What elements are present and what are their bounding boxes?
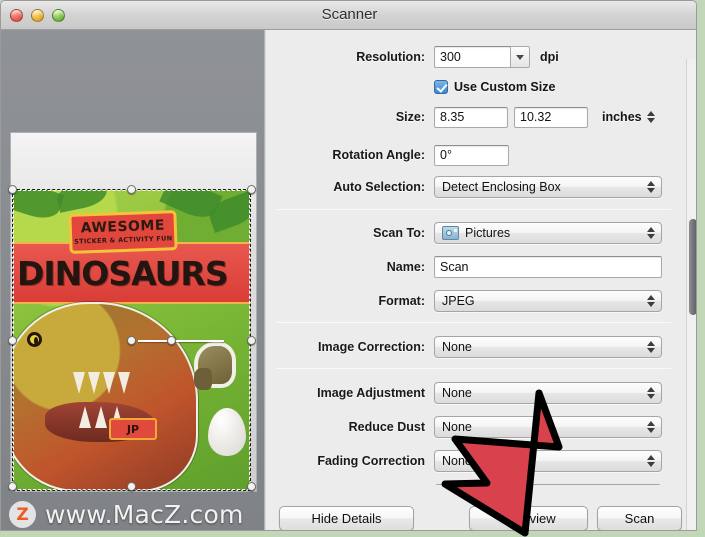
- auto-selection-value: Detect Enclosing Box: [442, 180, 561, 194]
- settings-scrollbar-thumb[interactable]: [689, 219, 696, 315]
- selection-handle-bottom-right[interactable]: [247, 482, 256, 491]
- fading-correction-popup[interactable]: None: [434, 450, 662, 472]
- popup-stepper-icon: [647, 341, 655, 353]
- resolution-label: Resolution:: [356, 50, 425, 64]
- row-resolution: Resolution: 300 dpi: [266, 43, 679, 71]
- fading-correction-label: Fading Correction: [317, 454, 425, 468]
- row-format: Format: JPEG: [266, 287, 679, 315]
- row-image-correction: Image Correction: None: [266, 333, 679, 361]
- fading-correction-value: None: [442, 454, 472, 468]
- price-tag: JP: [109, 418, 157, 440]
- window-titlebar[interactable]: Scanner: [1, 1, 696, 30]
- format-label: Format:: [378, 294, 425, 308]
- row-use-custom-size: Use Custom Size: [266, 73, 679, 101]
- window-title: Scanner: [321, 6, 378, 23]
- popup-stepper-icon: [647, 295, 655, 307]
- scan-to-value: Pictures: [465, 226, 511, 240]
- image-correction-popup[interactable]: None: [434, 336, 662, 358]
- overview-button[interactable]: Overview: [469, 506, 588, 530]
- scan-to-label: Scan To:: [373, 226, 425, 240]
- rotation-angle-label: Rotation Angle:: [332, 148, 425, 162]
- image-correction-value: None: [442, 340, 472, 354]
- row-rotation-angle: Rotation Angle: 0°: [266, 141, 679, 169]
- scan-button[interactable]: Scan: [597, 506, 682, 530]
- chevron-down-icon: [516, 54, 524, 60]
- popup-stepper-icon: [647, 227, 655, 239]
- size-width-input[interactable]: 8.35: [434, 106, 508, 128]
- settings-pane: Resolution: 300 dpi Use Custom Size Size…: [266, 30, 696, 530]
- size-label: Size:: [395, 110, 425, 124]
- resolution-input[interactable]: 300: [434, 46, 510, 68]
- row-scan-to: Scan To: Pictures: [266, 219, 679, 247]
- grain-correction-popup[interactable]: None: [434, 484, 662, 485]
- scanner-window: Scanner AWESOME STICKER & ACTIVITY FUN D…: [0, 0, 697, 531]
- dialog-button-bar: Hide Details Overview Scan: [266, 499, 696, 530]
- row-auto-selection: Auto Selection: Detect Enclosing Box: [266, 173, 679, 201]
- settings-form: Resolution: 300 dpi Use Custom Size Size…: [266, 30, 691, 485]
- selection-handle-bottom-center[interactable]: [127, 482, 136, 491]
- row-image-adjustment: Image Adjustment None: [266, 379, 679, 407]
- popup-stepper-icon: [647, 181, 655, 193]
- selection-handle-top-center[interactable]: [127, 185, 136, 194]
- size-units-popup-label[interactable]: inches: [602, 110, 642, 124]
- use-custom-size-checkbox[interactable]: Use Custom Size: [434, 80, 555, 94]
- awesome-badge: AWESOME STICKER & ACTIVITY FUN: [68, 210, 178, 254]
- selection-handle-middle-center[interactable]: [127, 336, 136, 345]
- hide-details-button[interactable]: Hide Details: [279, 506, 414, 530]
- settings-scrollbar-track[interactable]: [686, 59, 696, 530]
- selection-handle-middle-right[interactable]: [247, 336, 256, 345]
- selection-handle-bottom-left[interactable]: [8, 482, 17, 491]
- pictures-folder-icon: [442, 226, 459, 240]
- badge-line-1: AWESOME: [80, 217, 166, 237]
- auto-selection-popup[interactable]: Detect Enclosing Box: [434, 176, 662, 198]
- name-label: Name:: [386, 260, 425, 274]
- scan-preview-pane[interactable]: AWESOME STICKER & ACTIVITY FUN DINOSAURS: [1, 30, 265, 530]
- format-value: JPEG: [442, 294, 475, 308]
- resolution-unit-label: dpi: [540, 50, 559, 64]
- separator-1: [276, 209, 671, 210]
- checkbox-checked-icon[interactable]: [434, 80, 448, 94]
- format-popup[interactable]: JPEG: [434, 290, 662, 312]
- row-fading-correction: Fading Correction None: [266, 447, 679, 475]
- selection-handle-split[interactable]: [167, 336, 176, 345]
- artwork-title: DINOSAURS: [17, 254, 229, 293]
- selection-split-line: [138, 340, 224, 342]
- popup-stepper-icon: [647, 455, 655, 467]
- dinosaur-sticker: [194, 342, 236, 390]
- row-size: Size: 8.35 10.32 inches: [266, 103, 679, 131]
- row-grain-correction: Grain Correction None: [266, 481, 679, 485]
- name-input[interactable]: Scan: [434, 256, 662, 278]
- size-height-input[interactable]: 10.32: [514, 106, 588, 128]
- separator-2: [276, 322, 671, 323]
- popup-stepper-icon: [647, 421, 655, 433]
- trex-eye: [27, 332, 42, 347]
- row-name: Name: Scan: [266, 253, 679, 281]
- separator-3: [276, 368, 671, 369]
- image-adjustment-value: None: [442, 386, 472, 400]
- size-units-stepper-icon[interactable]: [646, 111, 655, 123]
- image-correction-label: Image Correction:: [318, 340, 425, 354]
- reduce-dust-label: Reduce Dust: [348, 420, 425, 434]
- reduce-dust-popup[interactable]: None: [434, 416, 662, 438]
- row-reduce-dust: Reduce Dust None: [266, 413, 679, 441]
- auto-selection-label: Auto Selection:: [333, 180, 425, 194]
- reduce-dust-value: None: [442, 420, 472, 434]
- screenshot-root: Scanner AWESOME STICKER & ACTIVITY FUN D…: [0, 0, 705, 537]
- resolution-combobox[interactable]: 300: [434, 46, 530, 68]
- popup-stepper-icon: [647, 387, 655, 399]
- rotation-angle-input[interactable]: 0°: [434, 144, 509, 166]
- selection-handle-top-right[interactable]: [247, 185, 256, 194]
- use-custom-size-label: Use Custom Size: [454, 80, 556, 94]
- selection-handle-middle-left[interactable]: [8, 336, 17, 345]
- selection-handle-top-left[interactable]: [8, 185, 17, 194]
- image-adjustment-label: Image Adjustment: [317, 386, 425, 400]
- image-adjustment-popup[interactable]: None: [434, 382, 662, 404]
- resolution-dropdown-arrow-button[interactable]: [510, 46, 530, 68]
- scan-to-popup[interactable]: Pictures: [434, 222, 662, 244]
